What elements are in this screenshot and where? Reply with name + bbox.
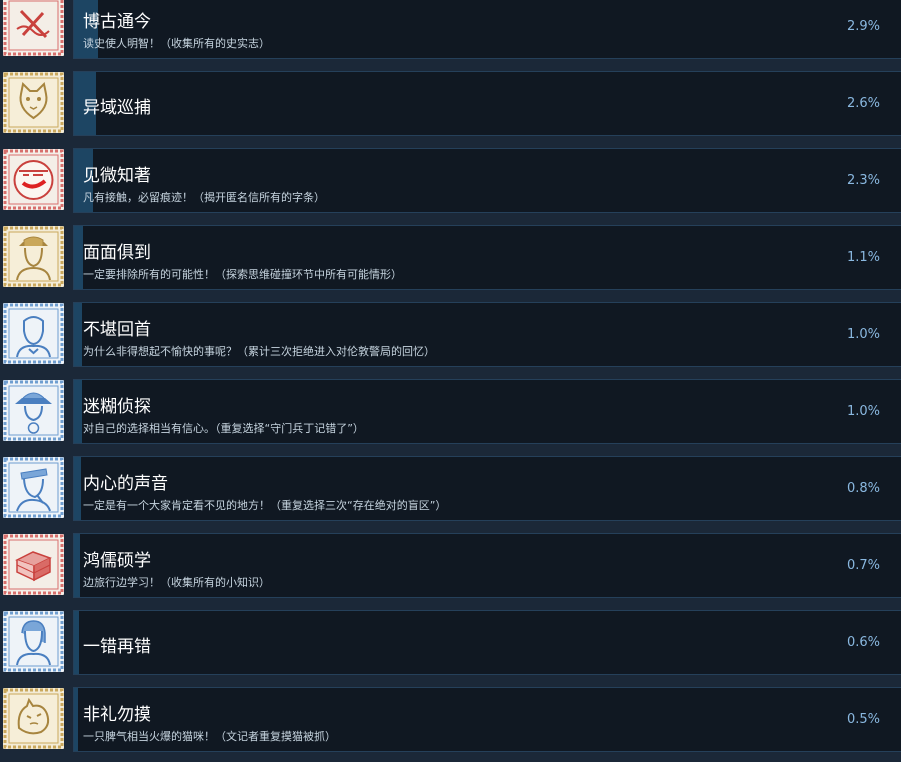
- angry-cat-icon: [3, 688, 64, 749]
- achievement-percent: 0.6%: [846, 635, 880, 650]
- history-scroll-icon: [3, 0, 64, 56]
- achievement-description: 一定要排除所有的可能性！（探索思维碰撞环节中所有可能情形）: [83, 268, 402, 281]
- achievement-percent: 2.3%: [846, 173, 880, 188]
- achievement-description: 凡有接触，必留痕迹！（揭开匿名信所有的字条）: [83, 191, 325, 204]
- achievement-title: 见微知著: [83, 166, 151, 186]
- achievement-row[interactable]: 一错再错 0.6%: [0, 608, 901, 685]
- achievement-title: 博古通今: [83, 12, 151, 32]
- achievement-description: 为什么非得想起不愉快的事呢？（累计三次拒绝进入对伦敦警局的回忆）: [83, 345, 435, 358]
- achievement-title: 异域巡捕: [83, 98, 151, 118]
- achievement-card: 鸿儒硕学 边旅行边学习！（收集所有的小知识） 0.7%: [73, 533, 901, 598]
- achievement-description: 一定是有一个大家肯定看不见的地方！（重复选择三次“存在绝对的盲区”）: [83, 499, 447, 512]
- achievement-row[interactable]: 鸿儒硕学 边旅行边学习！（收集所有的小知识） 0.7%: [0, 531, 901, 608]
- progress-bar: [74, 226, 84, 289]
- achievement-row[interactable]: 非礼勿摸 一只脾气相当火爆的猫咪！（文记者重复摸猫被抓） 0.5%: [0, 685, 901, 762]
- achievement-title: 面面俱到: [83, 243, 151, 263]
- achievement-row[interactable]: 异域巡捕 2.6%: [0, 69, 901, 146]
- achievement-percent: 0.8%: [846, 481, 880, 496]
- achievement-list: 博古通今 读史使人明智！（收集所有的史实志） 2.9% 异域巡捕 2.6% 见微…: [0, 0, 901, 762]
- achievement-percent: 1.1%: [846, 250, 880, 265]
- achievement-title: 非礼勿摸: [83, 705, 151, 725]
- achievement-row[interactable]: 见微知著 凡有接触，必留痕迹！（揭开匿名信所有的字条） 2.3%: [0, 146, 901, 223]
- achievement-title: 鸿儒硕学: [83, 551, 151, 571]
- progress-bar: [74, 534, 80, 597]
- achievement-card: 迷糊侦探 对自己的选择相当有信心。（重复选择“守门兵丁记错了”） 1.0%: [73, 379, 901, 444]
- achievement-card: 内心的声音 一定是有一个大家肯定看不见的地方！（重复选择三次“存在绝对的盲区”）…: [73, 456, 901, 521]
- gentleman-portrait-icon: [3, 303, 64, 364]
- progress-bar: [74, 611, 79, 674]
- achievement-card: 不堪回首 为什么非得想起不愉快的事呢？（累计三次拒绝进入对伦敦警局的回忆） 1.…: [73, 302, 901, 367]
- achievement-row[interactable]: 博古通今 读史使人明智！（收集所有的史实志） 2.9%: [0, 0, 901, 69]
- woman-portrait-icon: [3, 611, 64, 672]
- achievement-card: 面面俱到 一定要排除所有的可能性！（探索思维碰撞环节中所有可能情形） 1.1%: [73, 225, 901, 290]
- achievement-percent: 1.0%: [846, 404, 880, 419]
- achievement-percent: 2.6%: [846, 96, 880, 111]
- achievement-row[interactable]: 不堪回首 为什么非得想起不愉快的事呢？（累计三次拒绝进入对伦敦警局的回忆） 1.…: [0, 300, 901, 377]
- achievement-card: 非礼勿摸 一只脾气相当火爆的猫咪！（文记者重复摸猫被抓） 0.5%: [73, 687, 901, 752]
- achievement-percent: 2.9%: [846, 19, 880, 34]
- achievement-card: 异域巡捕 2.6%: [73, 71, 901, 136]
- achievement-description: 读史使人明智！（收集所有的史实志）: [83, 37, 270, 50]
- progress-bar: [74, 380, 83, 443]
- achievement-percent: 0.7%: [846, 558, 880, 573]
- achievement-row[interactable]: 内心的声音 一定是有一个大家肯定看不见的地方！（重复选择三次“存在绝对的盲区”）…: [0, 454, 901, 531]
- achievement-percent: 1.0%: [846, 327, 880, 342]
- achievement-card: 见微知著 凡有接触，必留痕迹！（揭开匿名信所有的字条） 2.3%: [73, 148, 901, 213]
- achievement-description: 边旅行边学习！（收集所有的小知识）: [83, 576, 270, 589]
- achievement-title: 一错再错: [83, 637, 151, 657]
- achievement-row[interactable]: 迷糊侦探 对自己的选择相当有信心。（重复选择“守门兵丁记错了”） 1.0%: [0, 377, 901, 454]
- thinking-man-portrait-icon: [3, 457, 64, 518]
- progress-bar: [74, 688, 79, 751]
- achievement-card: 博古通今 读史使人明智！（收集所有的史实志） 2.9%: [73, 0, 901, 59]
- achievement-card: 一错再错 0.6%: [73, 610, 901, 675]
- cat-portrait-icon: [3, 72, 64, 133]
- achievement-title: 内心的声音: [83, 474, 168, 494]
- achievement-description: 对自己的选择相当有信心。（重复选择“守门兵丁记错了”）: [83, 422, 364, 435]
- hat-detective-portrait-icon: [3, 380, 64, 441]
- stacked-books-icon: [3, 534, 64, 595]
- progress-bar: [74, 457, 81, 520]
- progress-bar: [74, 303, 83, 366]
- achievement-title: 不堪回首: [83, 320, 151, 340]
- achievement-row[interactable]: 面面俱到 一定要排除所有的可能性！（探索思维碰撞环节中所有可能情形） 1.1%: [0, 223, 901, 300]
- achievement-description: 一只脾气相当火爆的猫咪！（文记者重复摸猫被抓）: [83, 730, 336, 743]
- detective-hat-portrait-icon: [3, 226, 64, 287]
- achievement-title: 迷糊侦探: [83, 397, 151, 417]
- anonymous-letter-icon: [3, 149, 64, 210]
- achievement-percent: 0.5%: [846, 712, 880, 727]
